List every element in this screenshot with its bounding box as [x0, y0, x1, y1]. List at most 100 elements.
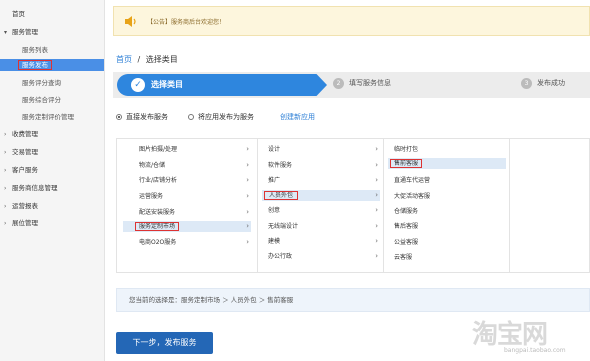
option-label: 推广 [268, 177, 281, 184]
option-label: 设计 [268, 146, 281, 153]
category-option[interactable]: 仓储服务 [388, 206, 506, 217]
chevron-right-icon: › [246, 238, 249, 246]
option-label: 行业/店铺分析 [139, 177, 178, 184]
category-column-2: 设计 › 软件服务 › 推广 › 人员外包 › 创意 › 无线端设计 › 建模 › 办公行政 › [258, 139, 384, 272]
step-label: 填写服务信息 [349, 79, 391, 87]
chevron-down-icon: ▾ [4, 29, 8, 36]
option-label: 软件服务 [268, 162, 293, 169]
sidebar-item-booth[interactable]: › 展位管理 [0, 217, 104, 229]
category-option-selected[interactable]: 售前客服 [388, 158, 506, 169]
radio-direct-publish[interactable]: 直接发布服务 [116, 112, 168, 122]
category-option[interactable]: 行业/店铺分析 › [123, 175, 251, 186]
sidebar-item-custom-review[interactable]: 服务定制评价管理 [0, 111, 104, 123]
watermark: 淘宝网 bangpai.taobao.com [470, 314, 588, 358]
notice-bar: 【公告】服务商后台欢迎您！ [113, 6, 590, 36]
selection-path: 您当前的选择是：服务定制市场 ＞ 人员外包 ＞ 售前客服 [116, 288, 590, 312]
chevron-right-icon: › [375, 145, 378, 153]
option-label: 办公行政 [268, 253, 293, 260]
category-option[interactable]: 运营服务 › [123, 191, 251, 202]
radio-app-publish[interactable]: 将应用发布为服务 [188, 112, 254, 122]
step-label: 选择类目 [151, 80, 183, 89]
category-option[interactable]: 临时打包 [388, 144, 506, 155]
category-option-selected[interactable]: 人员外包 › [262, 190, 380, 201]
sidebar-item-score-query[interactable]: 服务评分查询 [0, 77, 104, 89]
option-label: 图片拍摄/处理 [139, 146, 178, 153]
category-option[interactable]: 推广 › [262, 175, 380, 186]
sidebar-item-fees[interactable]: › 收费管理 [0, 128, 104, 140]
category-option[interactable]: 物流/仓储 › [123, 160, 251, 171]
chevron-right-icon: › [375, 237, 378, 245]
category-option[interactable]: 办公行政 › [262, 251, 380, 262]
chevron-right-icon: › [246, 192, 249, 200]
category-option[interactable]: 创意 › [262, 205, 380, 216]
option-label: 运营服务 [139, 193, 164, 200]
step-label: 发布成功 [537, 79, 565, 87]
category-option-selected[interactable]: 服务定制市场 › [123, 221, 251, 232]
radio-circle [188, 114, 194, 120]
option-label: 服务定制市场 [134, 222, 180, 231]
chevron-right-icon: › [4, 149, 7, 156]
category-option[interactable]: 图片拍摄/处理 › [123, 144, 251, 155]
chevron-right-icon: › [375, 176, 378, 184]
breadcrumb-separator: / [137, 55, 141, 64]
sidebar-item-label: 首页 [12, 10, 25, 18]
next-publish-button[interactable]: 下一步，发布服务 [116, 332, 213, 354]
sidebar-item-service-publish[interactable]: 服务发布 [0, 59, 104, 71]
step-number: 3 [521, 78, 532, 89]
option-label: 公益客服 [394, 239, 419, 246]
chevron-right-icon: › [246, 208, 249, 216]
option-label: 电商O2O服务 [139, 239, 177, 246]
option-label: 售后客服 [394, 223, 419, 230]
category-option[interactable]: 大促活动客服 [388, 191, 506, 202]
category-option[interactable]: 公益客服 [388, 237, 506, 248]
watermark-logo: 淘宝网 [472, 320, 548, 350]
chevron-right-icon: › [375, 252, 378, 260]
category-option[interactable]: 建模 › [262, 236, 380, 247]
speaker-icon [125, 16, 136, 27]
sidebar-item-overall-score[interactable]: 服务综合评分 [0, 94, 104, 106]
notice-text: 【公告】服务商后台欢迎您！ [147, 19, 226, 26]
step-fill-info: 2 填写服务信息 [333, 78, 391, 89]
chevron-right-icon: › [375, 206, 378, 214]
radio-label: 直接发布服务 [126, 113, 168, 121]
chevron-right-icon: › [4, 131, 7, 138]
sidebar-item-customer[interactable]: › 客户服务 [0, 164, 104, 176]
chevron-right-icon: › [246, 176, 249, 184]
option-label: 人员外包 [263, 191, 299, 200]
category-option[interactable]: 云客服 [388, 252, 506, 263]
sidebar-item-trade[interactable]: › 交易管理 [0, 146, 104, 158]
sidebar-item-service-list[interactable]: 服务列表 [0, 44, 104, 56]
sidebar-item-label: 服务商信息管理 [12, 184, 58, 192]
option-label: 云客服 [394, 254, 413, 261]
category-option[interactable]: 无线端设计 › [262, 221, 380, 232]
breadcrumb: 首页 / 选择类目 [116, 54, 178, 65]
step-publish-success: 3 发布成功 [521, 78, 565, 89]
category-option[interactable]: 直通车代运营 [388, 175, 506, 186]
step-select-category: ✓ 选择类目 [117, 74, 327, 96]
chevron-right-icon: › [246, 222, 249, 230]
sidebar-item-reports[interactable]: › 运营报表 [0, 200, 104, 212]
chevron-right-icon: › [4, 203, 7, 210]
chevron-right-icon: › [4, 185, 7, 192]
option-label: 售前客服 [389, 159, 423, 168]
watermark-url: bangpai.taobao.com [504, 347, 566, 354]
category-option[interactable]: 设计 › [262, 144, 380, 155]
category-option[interactable]: 电商O2O服务 › [123, 237, 251, 248]
category-option[interactable]: 售后客服 [388, 221, 506, 232]
radio-circle-checked [116, 114, 122, 120]
category-option[interactable]: 软件服务 › [262, 160, 380, 171]
sidebar-item-home[interactable]: 首页 [0, 8, 104, 20]
chevron-right-icon: › [246, 145, 249, 153]
option-label: 无线端设计 [268, 223, 299, 230]
option-label: 大促活动客服 [394, 193, 431, 200]
chevron-right-icon: › [375, 191, 378, 199]
category-column-3: 临时打包 售前客服 直通车代运营 大促活动客服 仓储服务 售后客服 公益客服 云… [384, 139, 510, 272]
sidebar-item-provider-info[interactable]: › 服务商信息管理 [0, 182, 104, 194]
chevron-right-icon: › [246, 161, 249, 169]
sidebar-item-service-mgmt[interactable]: ▾ 服务管理 [0, 26, 104, 38]
category-option[interactable]: 配送安装服务 › [123, 207, 251, 218]
create-app-link[interactable]: 创建新应用 [280, 112, 315, 122]
chevron-right-icon: › [4, 220, 7, 227]
breadcrumb-home[interactable]: 首页 [116, 55, 132, 64]
option-label: 仓储服务 [394, 208, 419, 215]
